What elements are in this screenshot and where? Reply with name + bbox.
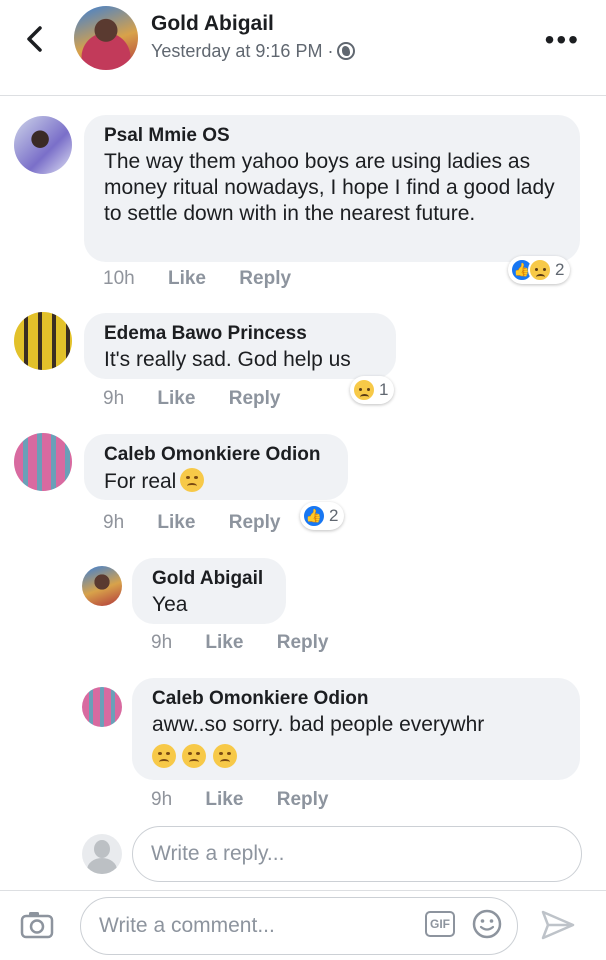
comment-bubble: Edema Bawo Princess It's really sad. God… [84,313,396,379]
reply-actions: 9h Like Reply [151,789,328,811]
reply-button[interactable]: Reply [277,789,329,811]
commenter-avatar[interactable] [14,312,72,370]
back-arrow-icon[interactable] [18,22,52,56]
like-button[interactable]: Like [205,632,243,654]
reaction-count: 1 [379,380,389,399]
reply-button[interactable]: Reply [229,388,281,410]
comment-text: The way them yahoo boys are using ladies… [104,150,555,225]
reply-bubble: Gold Abigail Yea [132,558,286,624]
like-button[interactable]: Like [157,512,195,534]
author-avatar[interactable] [74,6,138,70]
comment-time: 10h [103,268,135,289]
reply-text: aww..so sorry. bad people everywhr [152,713,485,736]
like-button[interactable]: Like [168,268,206,290]
reply-avatar[interactable] [82,566,122,606]
send-icon[interactable] [540,909,576,941]
sad-reaction-icon [352,378,376,402]
reply-button[interactable]: Reply [277,632,329,654]
comment-time: 9h [103,388,125,409]
like-button[interactable]: Like [205,789,243,811]
post-timestamp: Yesterday at 9:16 PM · [151,41,356,62]
disappointed-face-icon [152,744,176,768]
reply-avatar[interactable] [82,687,122,727]
comment-bubble: Psal Mmie OS The way them yahoo boys are… [84,115,580,262]
emoji-row [152,744,560,769]
comment-actions: 9h Like Reply [103,512,280,534]
post-author-name[interactable]: Gold Abigail [151,12,274,36]
reaction-summary[interactable]: 1 [350,376,395,404]
reply-input[interactable]: Write a reply... [132,826,582,882]
reply-text: Yea [152,593,188,616]
sad-reaction-icon [528,258,552,282]
more-options-icon[interactable]: ••• [545,26,580,54]
current-user-avatar [82,834,122,874]
camera-icon[interactable] [20,911,54,939]
comment-composer: Write a comment... GIF [0,890,606,960]
replier-name[interactable]: Gold Abigail [152,568,266,590]
commenter-name[interactable]: Psal Mmie OS [104,125,560,147]
comment-text: It's really sad. God help us [104,348,351,371]
commenter-avatar[interactable] [14,433,72,491]
comment-time: 9h [103,512,125,533]
worried-face-icon [180,468,205,492]
reply-bubble: Caleb Omonkiere Odion aww..so sorry. bad… [132,678,580,780]
reply-button[interactable]: Reply [229,512,281,534]
commenter-avatar[interactable] [14,116,72,174]
reply-time: 9h [151,632,173,653]
reaction-count: 2 [329,506,339,525]
comment-text-line: For real [104,468,328,495]
reply-time: 9h [151,789,173,810]
commenter-name[interactable]: Edema Bawo Princess [104,323,376,345]
reaction-summary[interactable]: 👍 2 [508,256,571,284]
comment-text: For real [104,470,177,493]
commenter-name[interactable]: Caleb Omonkiere Odion [104,444,328,466]
emoji-picker-icon[interactable] [472,909,502,939]
comment-actions: 9h Like Reply [103,388,280,410]
disappointed-face-icon [182,744,207,768]
reply-actions: 9h Like Reply [151,632,328,654]
gif-button[interactable]: GIF [425,911,455,937]
post-timestamp-text: Yesterday at 9:16 PM · [151,41,334,61]
reaction-summary[interactable]: 👍 2 [300,502,345,530]
reaction-count: 2 [555,260,565,279]
like-reaction-icon: 👍 [302,504,326,528]
comment-bubble: Caleb Omonkiere Odion For real [84,434,348,500]
post-header: Gold Abigail Yesterday at 9:16 PM · ••• [0,0,606,96]
globe-icon [337,42,356,60]
reply-button[interactable]: Reply [239,268,291,290]
comment-actions: 10h Like Reply [103,268,291,290]
like-button[interactable]: Like [157,388,195,410]
relieved-face-icon [212,744,237,768]
replier-name[interactable]: Caleb Omonkiere Odion [152,688,560,710]
